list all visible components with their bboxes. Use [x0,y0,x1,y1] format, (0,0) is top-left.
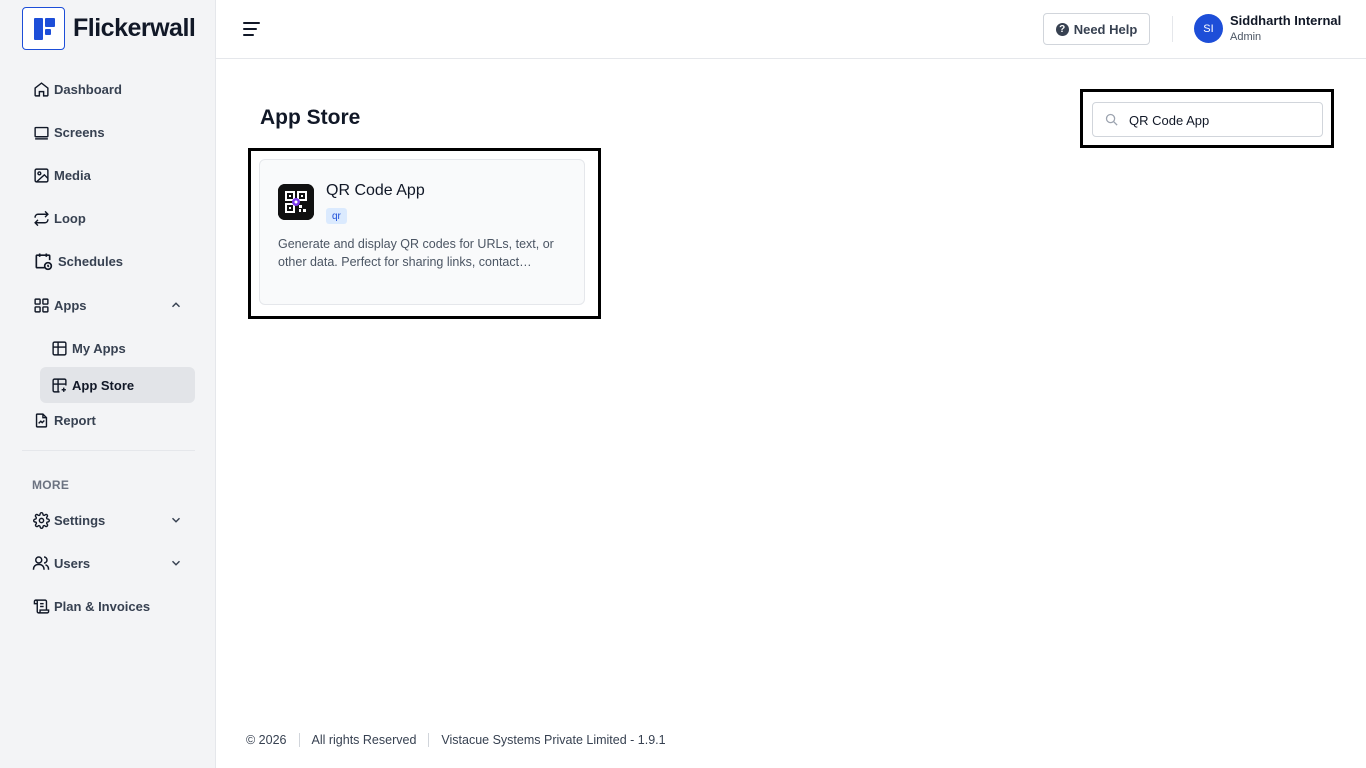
sidebar-item-label: Dashboard [54,81,122,97]
sidebar-divider [22,450,195,451]
sidebar-item-apps[interactable]: Apps [22,287,195,323]
top-header: ? Need Help SI Siddharth Internal Admin [216,0,1366,59]
chevron-down-icon[interactable] [169,513,183,527]
sidebar-item-my-apps[interactable]: My Apps [40,330,195,366]
sidebar-item-settings[interactable]: Settings [22,502,195,538]
apps-grid-icon [32,296,50,314]
page-title: App Store [260,106,361,129]
sidebar-item-users[interactable]: Users [22,545,195,581]
more-section-label: MORE [32,478,70,492]
chevron-up-icon[interactable] [169,298,183,312]
sidebar-item-screens[interactable]: Screens [22,114,195,150]
sidebar: Flickerwall Dashboard Screens Media Loop… [0,0,216,768]
brand-name: Flickerwall [73,14,196,42]
footer-rights: All rights Reserved [311,733,417,747]
sidebar-item-dashboard[interactable]: Dashboard [22,71,195,107]
sidebar-item-label: My Apps [72,340,126,356]
need-help-button[interactable]: ? Need Help [1043,13,1150,45]
sidebar-item-plan-invoices[interactable]: Plan & Invoices [22,588,195,624]
help-circle-icon: ? [1055,22,1069,36]
footer-copyright: © 2026 [246,733,287,747]
sidebar-item-label: Plan & Invoices [54,598,151,614]
app-description: Generate and display QR codes for URLs, … [278,237,554,269]
report-icon [32,411,50,429]
chevron-down-icon[interactable] [169,556,183,570]
app-store-icon [50,376,68,394]
sidebar-item-label: Apps [54,297,87,313]
gear-icon [32,511,50,529]
sidebar-item-label: Schedules [58,253,124,269]
sidebar-item-label: Report [54,412,96,428]
calendar-clock-icon [32,252,54,271]
footer-divider [428,733,430,747]
footer-company: Vistacue Systems Private Limited - 1.9.1 [441,733,666,747]
menu-toggle-icon[interactable] [242,19,262,39]
sidebar-item-loop[interactable]: Loop [22,200,195,236]
sidebar-item-report[interactable]: Report [22,402,195,438]
footer-divider [298,733,300,747]
search-input[interactable] [1129,110,1314,130]
sidebar-item-label: Media [54,167,91,183]
sidebar-item-label: App Store [72,377,135,393]
sidebar-item-schedules[interactable]: Schedules [22,243,195,279]
sidebar-item-label: Loop [54,210,86,226]
qr-code-icon [278,184,314,220]
header-divider [1172,16,1173,42]
search-icon [1104,112,1119,127]
app-window-icon [50,339,68,357]
sidebar-item-app-store[interactable]: App Store [40,367,195,403]
need-help-label: Need Help [1073,21,1138,37]
app-card[interactable]: QR Code App qr Generate and display QR c… [259,159,585,305]
monitor-icon [32,123,50,141]
sidebar-item-label: Users [54,555,91,571]
users-icon [32,554,50,572]
app-name: QR Code App [326,182,425,199]
user-name[interactable]: Siddharth Internal [1230,13,1341,28]
search-box[interactable] [1092,102,1323,137]
brand-logo[interactable]: Flickerwall [22,7,196,50]
logo-icon [22,7,65,50]
user-role: Admin [1230,31,1262,43]
sidebar-item-media[interactable]: Media [22,157,195,193]
avatar[interactable]: SI [1194,14,1223,43]
footer: © 2026 All rights Reserved Vistacue Syst… [246,733,666,747]
scroll-icon [32,597,50,615]
loop-icon [32,209,50,227]
image-icon [32,166,50,184]
home-icon [32,80,50,98]
app-tag-badge: qr [326,208,347,224]
sidebar-item-label: Settings [54,512,106,528]
sidebar-item-label: Screens [54,124,105,140]
